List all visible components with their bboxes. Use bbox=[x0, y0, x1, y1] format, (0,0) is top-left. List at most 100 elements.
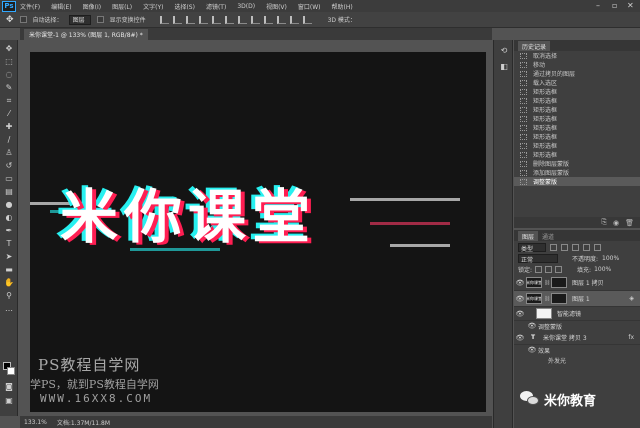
lock-all-icon[interactable] bbox=[555, 266, 563, 273]
auto-select-dropdown[interactable]: 图层 bbox=[68, 14, 91, 25]
menu-filter[interactable]: 滤镜(T) bbox=[206, 2, 226, 11]
history-item[interactable]: 矩形选框 bbox=[514, 123, 640, 132]
maximize-icon[interactable]: ▫ bbox=[612, 1, 617, 10]
crop-tool-icon[interactable]: ⌗ bbox=[4, 96, 14, 106]
gradient-tool-icon[interactable]: ▤ bbox=[4, 187, 14, 197]
distribute-hcenter-icon[interactable] bbox=[289, 15, 299, 24]
history-panel-icon[interactable]: ⟲ bbox=[499, 46, 509, 56]
zoom-tool-icon[interactable]: ⚲ bbox=[4, 291, 14, 301]
marquee-tool-icon[interactable]: ⬚ bbox=[4, 57, 14, 67]
move-tool-icon[interactable]: ✥ bbox=[4, 44, 14, 54]
properties-panel-icon[interactable]: ◧ bbox=[499, 62, 509, 72]
eye-icon[interactable]: 👁 bbox=[514, 334, 526, 342]
history-item[interactable]: 矩形选框 bbox=[514, 96, 640, 105]
show-transform-checkbox[interactable] bbox=[96, 16, 104, 23]
path-select-tool-icon[interactable]: ➤ bbox=[4, 252, 14, 262]
lock-pixels-icon[interactable] bbox=[535, 266, 543, 273]
eye-icon[interactable]: 👁 bbox=[514, 279, 526, 287]
zoom-level[interactable]: 133.1% bbox=[24, 419, 47, 426]
menu-help[interactable]: 帮助(H) bbox=[332, 2, 353, 11]
menu-view[interactable]: 视图(V) bbox=[266, 2, 287, 11]
screen-mode-icon[interactable]: ▣ bbox=[4, 396, 14, 406]
history-item[interactable]: 矩形选框 bbox=[514, 114, 640, 123]
menu-type[interactable]: 文字(Y) bbox=[143, 2, 163, 11]
menu-file[interactable]: 文件(F) bbox=[20, 2, 40, 11]
eyedropper-tool-icon[interactable]: ⁄ bbox=[4, 109, 14, 119]
align-right-icon[interactable] bbox=[224, 15, 234, 24]
shape-filter-icon[interactable] bbox=[583, 243, 590, 251]
distribute-bottom-icon[interactable] bbox=[263, 15, 273, 24]
healing-brush-tool-icon[interactable]: ✚ bbox=[4, 122, 14, 132]
menu-window[interactable]: 窗口(W) bbox=[298, 2, 321, 11]
move-tool-icon[interactable]: ✥ bbox=[6, 15, 14, 25]
menu-layer[interactable]: 图层(L) bbox=[112, 2, 132, 11]
history-brush-tool-icon[interactable]: ↺ bbox=[4, 161, 14, 171]
type-tool-icon[interactable]: T bbox=[4, 239, 14, 249]
background-color-swatch[interactable] bbox=[7, 367, 15, 375]
quick-select-tool-icon[interactable]: ✎ bbox=[4, 83, 14, 93]
tab-channels[interactable]: 通道 bbox=[538, 231, 558, 241]
pen-tool-icon[interactable]: ✒ bbox=[4, 226, 14, 236]
smart-filters-row[interactable]: 👁 智能滤镜 bbox=[514, 307, 640, 321]
eraser-tool-icon[interactable]: ▭ bbox=[4, 174, 14, 184]
menu-3d[interactable]: 3D(D) bbox=[237, 3, 255, 10]
distribute-left-icon[interactable] bbox=[276, 15, 286, 24]
blur-tool-icon[interactable]: ● bbox=[4, 200, 14, 210]
history-item[interactable]: 矩形选框 bbox=[514, 141, 640, 150]
history-item-active[interactable]: 调整蒙版 bbox=[514, 177, 640, 186]
dodge-tool-icon[interactable]: ◐ bbox=[4, 213, 14, 223]
type-filter-icon[interactable] bbox=[572, 243, 579, 251]
brush-tool-icon[interactable]: ∕ bbox=[4, 135, 14, 145]
blend-mode-dropdown[interactable]: 正常 bbox=[518, 254, 558, 264]
align-left-icon[interactable] bbox=[198, 15, 208, 24]
layer-row-selected[interactable]: 👁 米你课堂 ⛓ 图层 1 ◈ bbox=[514, 291, 640, 307]
tab-history[interactable]: 历史记录 bbox=[518, 41, 551, 51]
history-item[interactable]: 删除图层蒙版 bbox=[514, 159, 640, 168]
align-top-icon[interactable] bbox=[159, 15, 169, 24]
history-item[interactable]: 载入选区 bbox=[514, 78, 640, 87]
document-tab[interactable]: 米你课堂-1 @ 133% (图层 1, RGB/8#) * bbox=[24, 29, 148, 40]
opacity-value[interactable]: 100% bbox=[602, 255, 619, 262]
history-item[interactable]: 矩形选框 bbox=[514, 87, 640, 96]
history-item[interactable]: 矩形选框 bbox=[514, 150, 640, 159]
close-icon[interactable]: ✕ bbox=[627, 1, 634, 10]
menu-edit[interactable]: 编辑(E) bbox=[51, 2, 71, 11]
fx-icon[interactable]: fx bbox=[628, 334, 634, 341]
history-item[interactable]: 通过拷贝的图层 bbox=[514, 69, 640, 78]
more-tools-icon[interactable]: … bbox=[4, 304, 14, 314]
quick-mask-icon[interactable]: ◙ bbox=[4, 382, 14, 392]
distribute-top-icon[interactable] bbox=[237, 15, 247, 24]
layer-row[interactable]: 👁 米你课堂 ⛓ 图层 1 拷贝 bbox=[514, 275, 640, 291]
layer-kind-filter[interactable]: 类型 bbox=[518, 242, 546, 253]
eye-icon[interactable]: 👁 bbox=[526, 322, 538, 330]
eye-icon[interactable]: 👁 bbox=[526, 346, 538, 354]
eye-icon[interactable]: 👁 bbox=[514, 310, 526, 318]
lasso-tool-icon[interactable]: ◌ bbox=[4, 70, 14, 80]
smart-filter-item[interactable]: 👁 调整蒙版 bbox=[514, 321, 640, 331]
text-layer-row[interactable]: 👁 T 米你课堂 拷贝 3 fx bbox=[514, 331, 640, 345]
menu-select[interactable]: 选择(S) bbox=[174, 2, 195, 11]
eye-icon[interactable]: 👁 bbox=[514, 295, 526, 303]
distribute-vcenter-icon[interactable] bbox=[250, 15, 260, 24]
history-item[interactable]: 添加图层蒙版 bbox=[514, 168, 640, 177]
trash-icon[interactable]: 🗑 bbox=[625, 219, 634, 227]
history-item[interactable]: 取消选择 bbox=[514, 51, 640, 60]
clone-stamp-tool-icon[interactable]: ♙ bbox=[4, 148, 14, 158]
effects-row[interactable]: 👁 效果 bbox=[514, 345, 640, 355]
adjustment-filter-icon[interactable] bbox=[561, 243, 568, 251]
history-item[interactable]: 移动 bbox=[514, 60, 640, 69]
align-vcenter-icon[interactable] bbox=[172, 15, 182, 24]
lock-position-icon[interactable] bbox=[545, 266, 553, 273]
distribute-right-icon[interactable] bbox=[302, 15, 312, 24]
minimize-icon[interactable]: – bbox=[596, 1, 600, 10]
fill-value[interactable]: 100% bbox=[594, 266, 611, 273]
pixel-filter-icon[interactable] bbox=[550, 243, 557, 251]
smart-object-filter-icon[interactable] bbox=[594, 243, 601, 251]
auto-select-checkbox[interactable] bbox=[19, 16, 27, 23]
history-item[interactable]: 矩形选框 bbox=[514, 105, 640, 114]
camera-icon[interactable]: ◉ bbox=[613, 219, 619, 227]
effect-item[interactable]: 外发光 bbox=[514, 355, 640, 365]
hand-tool-icon[interactable]: ✋ bbox=[4, 278, 14, 288]
tab-layers[interactable]: 图层 bbox=[518, 231, 539, 241]
menu-image[interactable]: 图像(I) bbox=[83, 2, 101, 11]
